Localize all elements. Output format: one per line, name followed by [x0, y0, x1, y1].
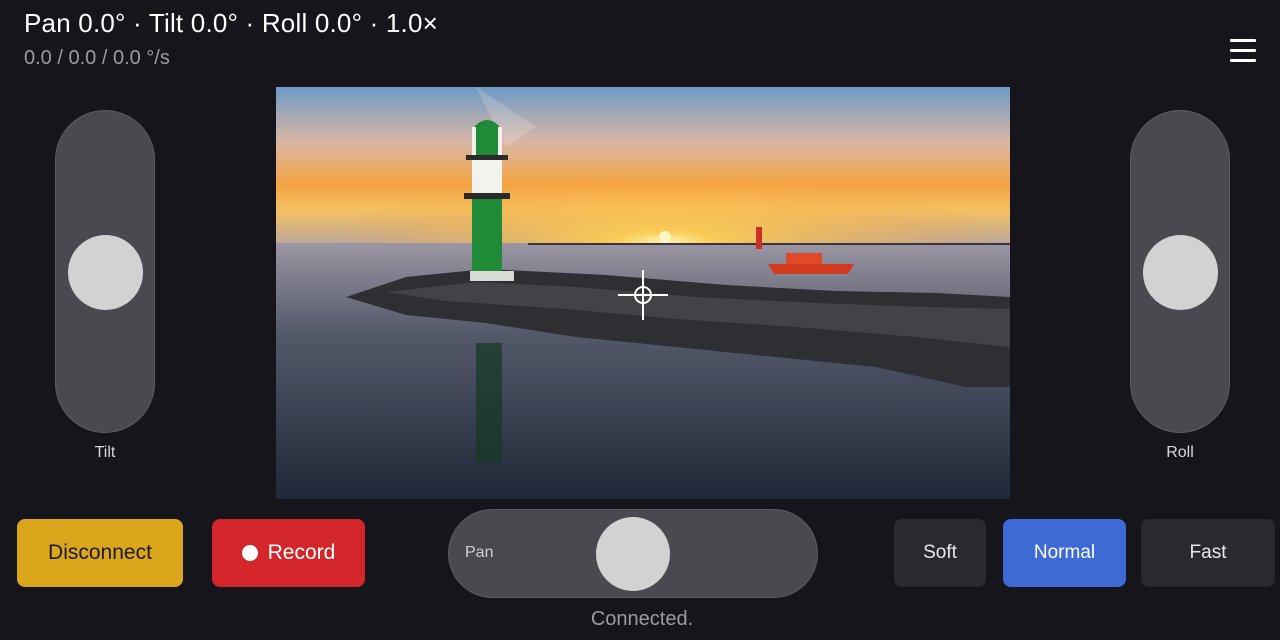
tilt-slider[interactable]: [55, 110, 155, 433]
camera-preview[interactable]: [276, 87, 1010, 499]
roll-slider[interactable]: [1130, 110, 1230, 433]
menu-bar: [1230, 49, 1256, 52]
speed-fast-button[interactable]: Fast: [1141, 519, 1275, 587]
pan-slider-thumb[interactable]: [596, 517, 670, 591]
roll-label: Roll: [1166, 444, 1194, 461]
roll-slider-thumb[interactable]: [1143, 235, 1218, 310]
pan-slider[interactable]: Pan: [448, 509, 818, 598]
tilt-slider-thumb[interactable]: [68, 235, 143, 310]
record-dot-icon: [241, 545, 258, 561]
record-button-label: Record: [267, 541, 336, 564]
menu-bar: [1230, 59, 1256, 62]
crosshair-icon: [618, 270, 668, 320]
connection-status: Connected.: [590, 608, 694, 630]
speed-soft-button[interactable]: Soft: [894, 519, 986, 587]
gimbal-control-screen: Pan 0.0° · Tilt 0.0° · Roll 0.0° · 1.0× …: [0, 0, 1280, 640]
tilt-label: Tilt: [94, 444, 116, 461]
record-button[interactable]: Record: [212, 519, 365, 587]
pan-label: Pan: [465, 544, 494, 561]
orientation-readout: Pan 0.0° · Tilt 0.0° · Roll 0.0° · 1.0×: [24, 8, 439, 38]
disconnect-button[interactable]: Disconnect: [17, 519, 183, 587]
speed-normal-button[interactable]: Normal: [1003, 519, 1126, 587]
menu-bar: [1230, 39, 1256, 42]
rate-readout: 0.0 / 0.0 / 0.0 °/s: [24, 47, 170, 69]
hamburger-menu-icon[interactable]: [1226, 36, 1260, 66]
